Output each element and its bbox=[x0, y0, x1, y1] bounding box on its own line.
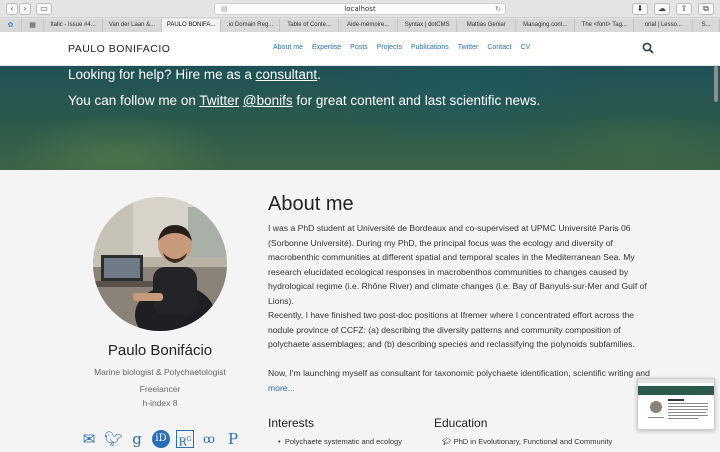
hero-follow-line: You can follow me on Twitter @bonifs for… bbox=[68, 93, 540, 108]
reload-icon[interactable]: ↻ bbox=[495, 4, 501, 14]
hero-hire-line: Looking for help? Hire me as a consultan… bbox=[68, 67, 321, 82]
about-paragraph-3-text: Now, I'm launching myself as consultant … bbox=[268, 368, 650, 378]
nav-cv[interactable]: CV bbox=[520, 44, 530, 51]
tab-active[interactable]: PAULO BONIFA... bbox=[162, 19, 222, 32]
nav-publications[interactable]: Publications bbox=[411, 44, 449, 51]
researchgate-icon[interactable]: RG bbox=[176, 430, 194, 449]
more-link[interactable]: more... bbox=[268, 383, 295, 393]
nav-contact[interactable]: Contact bbox=[487, 44, 511, 51]
page-icon: ▤ bbox=[221, 5, 228, 13]
tab-11[interactable]: orial | Lesso... bbox=[634, 19, 694, 32]
bullet-icon: • bbox=[278, 437, 281, 446]
tab-5[interactable]: Table of Conte... bbox=[280, 19, 340, 32]
sidebar-toggle-icon[interactable]: ▭ bbox=[36, 3, 52, 15]
publons-icon[interactable]: P bbox=[224, 430, 242, 448]
tab-10[interactable]: The <font> Tag... bbox=[575, 19, 635, 32]
tab-12[interactable]: S... bbox=[693, 19, 720, 32]
pinned-tab-icon-2[interactable]: ▦ bbox=[22, 19, 44, 32]
consultant-link[interactable]: consultant bbox=[256, 67, 318, 82]
url-text: localhost bbox=[344, 5, 376, 13]
about-paragraph-1: I was a PhD student at Université de Bor… bbox=[268, 223, 647, 306]
google-scholar-icon[interactable]: g bbox=[128, 430, 146, 448]
main-nav: About me Expertise Posts Projects Public… bbox=[273, 44, 530, 51]
education-label: PhD in Evolutionary, Functional and Comm… bbox=[453, 437, 613, 446]
nav-twitter[interactable]: Twitter bbox=[458, 44, 479, 51]
nav-about[interactable]: About me bbox=[273, 44, 303, 51]
interests-heading: Interests bbox=[268, 416, 315, 430]
about-heading: About me bbox=[268, 193, 354, 215]
back-button[interactable]: ‹ bbox=[6, 3, 18, 15]
education-item: 🎓︎ PhD in Evolutionary, Functional and C… bbox=[442, 437, 612, 446]
graduation-cap-icon: 🎓︎ bbox=[442, 437, 452, 446]
about-paragraph-2: Recently, I have finished two post-doc p… bbox=[268, 310, 635, 350]
tab-6[interactable]: Aide-mémoire... bbox=[339, 19, 399, 32]
cloud-icon[interactable]: ☁ bbox=[654, 3, 670, 15]
search-icon[interactable] bbox=[642, 42, 654, 54]
browser-toolbar: ‹ › ▭ ▤ localhost ↻ ⬇ ☁ ⇪ ⧉ bbox=[0, 0, 720, 18]
profile-title: Marine biologist & Polychaetologist bbox=[94, 367, 226, 377]
nav-posts[interactable]: Posts bbox=[350, 44, 368, 51]
profile-name: Paulo Bonifácio bbox=[107, 342, 213, 359]
tab-7[interactable]: Syntax | dotCMS bbox=[398, 19, 458, 32]
interest-item: • Polychaete systematic and ecology bbox=[278, 437, 402, 446]
nav-expertise[interactable]: Expertise bbox=[312, 44, 341, 51]
site-header: PAULO BONIFACIO About me Expertise Posts… bbox=[0, 32, 720, 66]
email-icon[interactable]: ✉ bbox=[80, 430, 98, 448]
tab-9[interactable]: Managing cont... bbox=[516, 19, 576, 32]
nav-projects[interactable]: Projects bbox=[377, 44, 402, 51]
site-brand[interactable]: PAULO BONIFACIO bbox=[68, 43, 170, 55]
tab-1[interactable]: Italic - Issue #4... bbox=[44, 19, 104, 32]
scrollbar-thumb[interactable] bbox=[714, 66, 718, 102]
mendeley-icon[interactable]: ꝏ bbox=[200, 430, 218, 448]
tab-8[interactable]: Mattias Geniar bbox=[457, 19, 517, 32]
share-icon[interactable]: ⇪ bbox=[676, 3, 692, 15]
hero-text: for great content and last scientific ne… bbox=[292, 93, 541, 108]
tab-4[interactable]: .io Domain Reg... bbox=[221, 19, 281, 32]
screenshot-thumbnail[interactable] bbox=[637, 378, 715, 430]
forward-button[interactable]: › bbox=[19, 3, 31, 15]
hero-text: Looking for help? Hire me as a bbox=[68, 67, 256, 82]
browser-chrome: ‹ › ▭ ▤ localhost ↻ ⬇ ☁ ⇪ ⧉ ✿ ▦ Italic -… bbox=[0, 0, 720, 32]
about-paragraph-3: Now, I'm launching myself as consultant … bbox=[268, 366, 658, 395]
address-bar[interactable]: ▤ localhost ↻ bbox=[214, 3, 506, 15]
profile-photo bbox=[93, 197, 227, 331]
tab-bar: ✿ ▦ Italic - Issue #4... Van der Laan &.… bbox=[0, 19, 720, 32]
tab-2[interactable]: Van der Laan &... bbox=[103, 19, 163, 32]
tabs-overview-icon[interactable]: ⧉ bbox=[698, 3, 714, 15]
download-icon[interactable]: ⬇ bbox=[632, 3, 648, 15]
hero-banner: Looking for help? Hire me as a consultan… bbox=[0, 66, 720, 170]
twitter-handle-link[interactable]: @bonifs bbox=[243, 93, 293, 108]
twitter-icon[interactable]: 🐦︎ bbox=[104, 430, 123, 448]
orcid-icon[interactable]: iD bbox=[152, 430, 170, 448]
interest-label: Polychaete systematic and ecology bbox=[284, 437, 402, 446]
education-heading: Education bbox=[434, 416, 488, 430]
profile-hindex: h-index 8 bbox=[142, 398, 178, 408]
profile-status: Freelancer bbox=[139, 384, 181, 394]
twitter-link[interactable]: Twitter bbox=[199, 93, 239, 108]
social-links: ✉ 🐦︎ g iD RG ꝏ P bbox=[80, 430, 242, 449]
pinned-tab-icon[interactable]: ✿ bbox=[0, 19, 22, 32]
hero-text: You can follow me on bbox=[68, 93, 200, 108]
hero-text: . bbox=[317, 67, 321, 82]
